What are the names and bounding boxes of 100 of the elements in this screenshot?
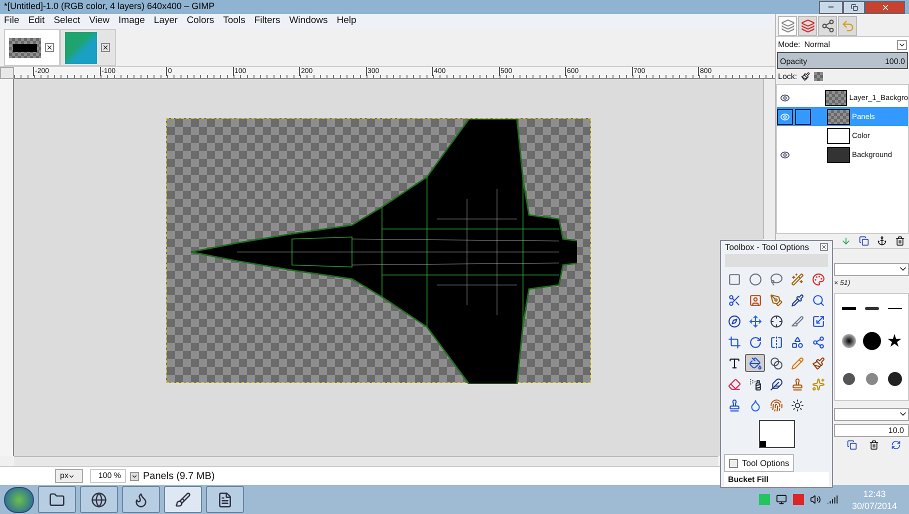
droplet-icon: [748, 398, 762, 412]
crop-icon: [728, 336, 740, 348]
eye-icon[interactable]: [780, 92, 790, 102]
speaker-icon[interactable]: [810, 494, 821, 505]
menu-item[interactable]: File: [4, 14, 20, 29]
window-title: *[Untitled]-1.0 (RGB color, 4 layers) 640x400 – GIMP: [4, 0, 215, 14]
flame-icon: [133, 492, 149, 508]
text-icon: [728, 356, 740, 370]
toolbox-title: Toolbox - Tool Options: [725, 241, 810, 254]
undo-icon: [840, 19, 854, 33]
status-text: Panels (9.7 MB): [143, 470, 215, 484]
knife-icon: [790, 314, 804, 328]
brush-icon: [175, 492, 191, 508]
minimize-button[interactable]: [819, 0, 843, 14]
rotate-icon: [748, 336, 762, 348]
shapes-icon: [790, 336, 804, 348]
taskbar-app[interactable]: [164, 486, 202, 513]
sparkle-icon: [812, 378, 824, 390]
duplicate-icon[interactable]: [859, 236, 869, 246]
crosshair-icon: [770, 314, 782, 328]
spacing-field[interactable]: 10.0: [834, 424, 909, 436]
tool-options-icon: [729, 458, 738, 468]
close-icon[interactable]: [820, 243, 828, 252]
menu-item[interactable]: View: [89, 14, 110, 29]
taskbar-app[interactable]: [38, 486, 76, 513]
nodes-icon: [812, 336, 824, 348]
globe-icon: [91, 492, 107, 508]
rectangle-icon: [728, 272, 740, 286]
restore-icon: [850, 4, 858, 10]
scissors-icon: [728, 294, 740, 306]
document-icon: [217, 492, 233, 508]
taskbar-app[interactable]: [122, 486, 160, 513]
image-tab[interactable]: [4, 29, 60, 66]
menu-item[interactable]: Help: [336, 14, 356, 29]
maximize-button[interactable]: [843, 0, 865, 14]
eye-icon[interactable]: [780, 150, 790, 160]
monitor-icon[interactable]: [776, 494, 787, 505]
bucket-icon: [748, 356, 762, 370]
image-thumbnail: [9, 38, 41, 58]
color-swatches[interactable]: [758, 420, 794, 448]
close-icon[interactable]: [45, 43, 54, 52]
flip-icon: [770, 336, 782, 348]
pen-icon: [770, 294, 782, 306]
wand-icon: [790, 272, 804, 286]
layers-icon: [780, 19, 794, 33]
mode-label: Mode:: [778, 38, 800, 50]
brush-icon[interactable]: [801, 72, 810, 81]
paintbrush-icon: [812, 356, 824, 370]
ellipse-icon: [748, 272, 762, 286]
dock-tab[interactable]: [778, 16, 797, 36]
menu-item[interactable]: Edit: [28, 14, 45, 29]
palette-icon: [812, 272, 824, 286]
opacity-value: 100.0: [884, 56, 905, 68]
person-icon: [748, 294, 762, 306]
menu-item[interactable]: Colors: [186, 14, 214, 29]
move-icon: [748, 314, 762, 328]
menu-item[interactable]: Filters: [254, 14, 280, 29]
anchor-icon[interactable]: [877, 236, 887, 246]
trash-icon[interactable]: [895, 236, 905, 246]
taskbar-app[interactable]: [80, 486, 118, 513]
duplicate-icon[interactable]: [847, 440, 857, 450]
arrow-down-icon[interactable]: [841, 236, 851, 246]
opacity-label: Opacity: [780, 56, 808, 68]
gradient-icon: [770, 356, 782, 370]
dock-tab[interactable]: [818, 16, 837, 36]
menu-item[interactable]: Tools: [223, 14, 246, 29]
spray-can-icon: [748, 378, 762, 390]
close-icon: [880, 2, 890, 12]
pencil-icon: [790, 356, 804, 370]
menu-item[interactable]: Layer: [154, 14, 178, 29]
eraser-icon: [728, 378, 740, 390]
image-thumbnail: [65, 32, 97, 64]
stamp-icon: [790, 378, 804, 390]
trash-icon[interactable]: [869, 440, 879, 450]
mode-value[interactable]: Normal: [804, 38, 893, 50]
zoom-field[interactable]: 100 %: [90, 469, 126, 483]
menu-item[interactable]: Select: [54, 14, 80, 29]
unit-dropdown[interactable]: px: [55, 469, 83, 483]
ink-pen-icon: [770, 378, 782, 390]
tool-options-tab[interactable]: Tool Options: [724, 454, 794, 472]
taskbar-app[interactable]: [206, 486, 244, 513]
stacked-layers-icon: [800, 19, 814, 33]
scale-icon: [812, 314, 824, 328]
lock-label: Lock:: [778, 70, 798, 82]
menu-item[interactable]: Image: [118, 14, 145, 29]
start-button[interactable]: [4, 486, 34, 512]
search-icon: [812, 294, 824, 306]
menu-item[interactable]: Windows: [289, 14, 328, 29]
opacity-slider[interactable]: Opacity 100.0: [777, 52, 908, 69]
dodge-icon: [790, 398, 804, 412]
dock-tab[interactable]: [798, 16, 817, 36]
caret-icon: [68, 472, 76, 480]
nodes-icon: [820, 19, 834, 33]
checker-icon[interactable]: [814, 72, 824, 81]
tool-options-title: Bucket Fill: [728, 475, 768, 484]
dropdown-icon[interactable]: [130, 472, 139, 480]
close-icon[interactable]: [101, 43, 110, 52]
smudge-icon: [770, 398, 782, 412]
refresh-icon[interactable]: [891, 440, 901, 450]
stamp-icon: [728, 398, 740, 412]
